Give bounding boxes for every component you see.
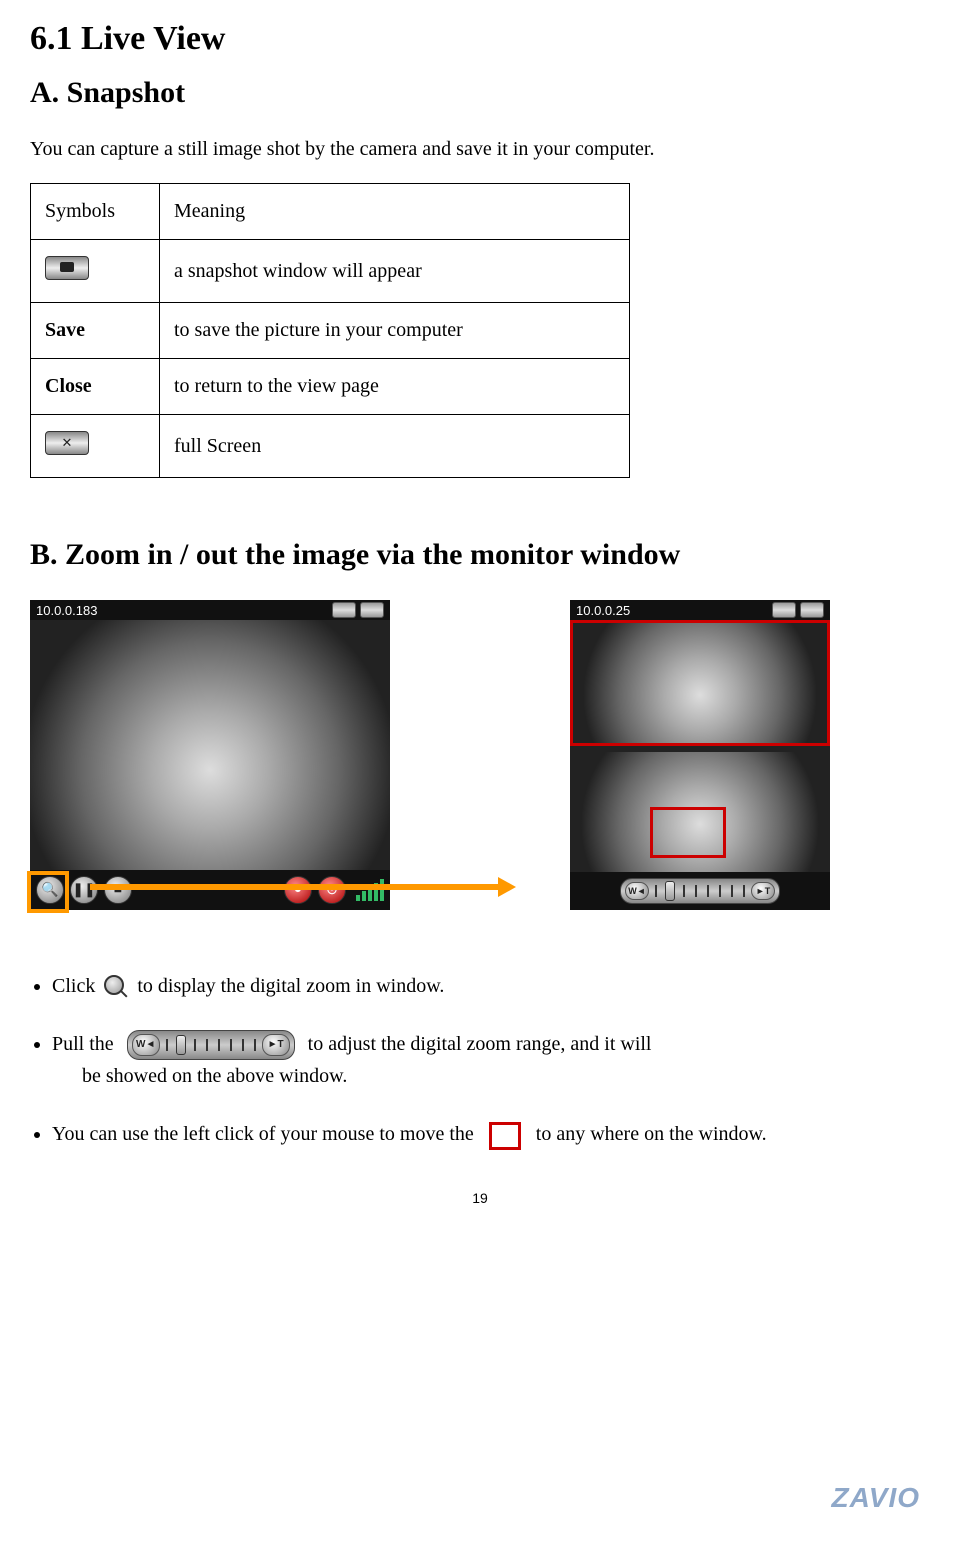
slider-thumb[interactable] xyxy=(665,881,675,901)
monitor-controls: 🔍 ❚❚ ■ ● ⊙ xyxy=(30,870,390,910)
zoom-slider: W◄ ►T xyxy=(127,1030,295,1060)
snapshot-icon[interactable] xyxy=(332,602,356,618)
table-row: Save to save the picture in your compute… xyxy=(31,303,630,359)
monitor-left: 10.0.0.183 🔍 ❚❚ ■ ● ⊙ xyxy=(30,600,390,910)
instruction-list: Click to display the digital zoom in win… xyxy=(30,970,930,1150)
snapshot-icon[interactable] xyxy=(772,602,796,618)
magnifier-icon xyxy=(104,975,128,999)
text-fragment: Pull the xyxy=(52,1033,114,1055)
monitor-comparison: 10.0.0.183 🔍 ❚❚ ■ ● ⊙ xyxy=(30,600,930,910)
text-fragment: You can use the left click of your mouse… xyxy=(52,1123,474,1145)
zoom-wide-button: W◄ xyxy=(132,1034,160,1056)
text-fragment: be showed on the above window. xyxy=(82,1065,347,1087)
brand-logo: ZAVIO xyxy=(832,1482,920,1514)
header-meaning: Meaning xyxy=(160,184,630,240)
meaning-cell: to save the picture in your computer xyxy=(160,303,630,359)
table-row: a snapshot window will appear xyxy=(31,240,630,303)
text-fragment: to display the digital zoom in window. xyxy=(137,975,444,997)
subsection-a-heading: A. Snapshot xyxy=(30,76,930,110)
table-header-row: Symbols Meaning xyxy=(31,184,630,240)
meaning-cell: full Screen xyxy=(160,415,630,478)
list-item: Click to display the digital zoom in win… xyxy=(52,970,930,1002)
fullscreen-icon xyxy=(45,431,89,455)
table-row: Close to return to the view page xyxy=(31,359,630,415)
stop-button[interactable]: ■ xyxy=(104,876,132,904)
zoom-region-indicator[interactable] xyxy=(650,807,726,858)
list-item: You can use the left click of your mouse… xyxy=(52,1118,930,1150)
symbols-table: Symbols Meaning a snapshot window will a… xyxy=(30,183,630,478)
signal-indicator xyxy=(356,879,384,901)
monitor-titlebar: 10.0.0.183 xyxy=(30,600,390,620)
text-fragment: to any where on the window. xyxy=(536,1123,767,1145)
camera-overview-thumbnail[interactable] xyxy=(570,752,830,872)
pause-button[interactable]: ❚❚ xyxy=(70,876,98,904)
header-symbols: Symbols xyxy=(31,184,160,240)
record-button[interactable]: ● xyxy=(284,876,312,904)
meaning-cell: to return to the view page xyxy=(160,359,630,415)
symbol-cell: Save xyxy=(31,303,160,359)
zoom-slider[interactable]: W◄ ►T xyxy=(620,878,780,904)
highlight-box xyxy=(27,871,69,913)
section-heading: 6.1 Live View xyxy=(30,20,930,58)
snapshot-icon xyxy=(45,256,89,280)
fullscreen-icon[interactable] xyxy=(800,602,824,618)
arrow-indicator xyxy=(450,880,510,890)
alarm-button[interactable]: ⊙ xyxy=(318,876,346,904)
zoom-wide-button[interactable]: W◄ xyxy=(625,882,649,900)
text-fragment: to adjust the digital zoom range, and it… xyxy=(308,1033,652,1055)
monitor-right: 10.0.0.25 W◄ ►T xyxy=(570,600,830,910)
page-number: 19 xyxy=(30,1190,930,1206)
zoom-tele-button[interactable]: ►T xyxy=(751,882,775,900)
camera-viewport-zoomed xyxy=(570,620,830,746)
subsection-b-heading: B. Zoom in / out the image via the monit… xyxy=(30,538,930,572)
list-item: Pull the W◄ ►T to adjust the digital zoo… xyxy=(52,1028,930,1092)
zoom-tele-button: ►T xyxy=(262,1034,290,1056)
monitor-ip: 10.0.0.183 xyxy=(36,603,97,618)
zoom-slider-bar: W◄ ►T xyxy=(570,872,830,910)
text-fragment: Click xyxy=(52,975,95,997)
meaning-cell: a snapshot window will appear xyxy=(160,240,630,303)
zoom-region-icon xyxy=(489,1122,521,1150)
camera-viewport xyxy=(30,620,390,870)
monitor-titlebar: 10.0.0.25 xyxy=(570,600,830,620)
fullscreen-icon[interactable] xyxy=(360,602,384,618)
table-row: full Screen xyxy=(31,415,630,478)
monitor-ip: 10.0.0.25 xyxy=(576,603,630,618)
monitor-left-wrap: 10.0.0.183 🔍 ❚❚ ■ ● ⊙ xyxy=(30,600,390,910)
slider-thumb xyxy=(176,1035,186,1055)
intro-paragraph: You can capture a still image shot by th… xyxy=(30,138,930,161)
symbol-cell: Close xyxy=(31,359,160,415)
